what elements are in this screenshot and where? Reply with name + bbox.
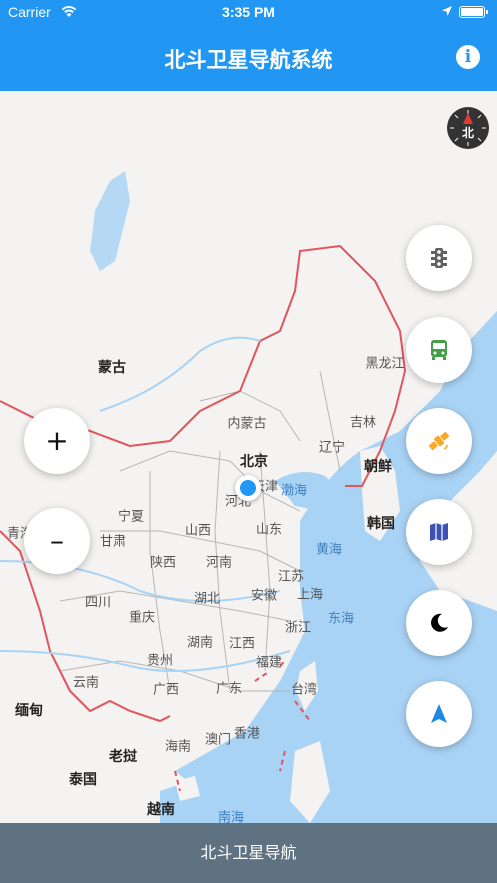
- map-label-bohai: 渤海: [280, 483, 308, 499]
- map-label-shanxi: 山西: [184, 523, 212, 539]
- map-label-anhui: 安徽: [250, 588, 278, 604]
- bus-icon: [431, 340, 447, 360]
- current-location-marker: [235, 475, 261, 501]
- status-bar: Carrier 3:35 PM: [0, 0, 497, 26]
- map-label-hainan: 海南: [164, 739, 192, 755]
- map-label-mongolia: 蒙古: [98, 360, 126, 376]
- map-label-laos: 老挝: [109, 749, 137, 765]
- map-label-guangxi: 广西: [152, 682, 180, 698]
- map-label-shanghai: 上海: [296, 587, 324, 603]
- map-label-heilongjiang: 黑龙江: [365, 356, 405, 372]
- map-label-myanmar: 缅甸: [15, 703, 43, 719]
- zoom-in-label: +: [45, 424, 69, 457]
- map-label-nanhai: 南海: [217, 810, 245, 824]
- battery-icon: [459, 6, 488, 18]
- satellite-button[interactable]: [406, 408, 472, 474]
- zoom-in-button[interactable]: +: [24, 408, 90, 474]
- map-label-south-korea: 韩国: [367, 516, 395, 532]
- zoom-out-button[interactable]: –: [24, 508, 90, 574]
- map-label-yunnan: 云南: [72, 675, 100, 691]
- app-header: Carrier 3:35 PM 北斗卫星导航系统 i: [0, 0, 497, 91]
- map-label-fujian: 福建: [255, 655, 283, 671]
- map-label-gansu: 甘肃: [99, 534, 127, 550]
- bottom-bar[interactable]: 北斗卫星导航: [0, 823, 497, 883]
- moon-icon: [431, 613, 448, 632]
- info-button[interactable]: i: [456, 45, 480, 69]
- map-label-hongkong: 香港: [233, 726, 261, 742]
- page-title: 北斗卫星导航系统: [164, 48, 333, 72]
- night-mode-button[interactable]: [406, 590, 472, 656]
- traffic-button[interactable]: [406, 225, 472, 291]
- map-label-taiwan: 台湾: [290, 682, 318, 698]
- map-label-hubei: 湖北: [193, 591, 221, 607]
- navigation-arrow-icon: [431, 704, 447, 723]
- transit-button[interactable]: [406, 317, 472, 383]
- clock: 3:35 PM: [222, 4, 275, 20]
- map-label-sichuan: 四川: [84, 595, 112, 611]
- map-label-zhejiang: 浙江: [284, 620, 312, 636]
- map-label-north-korea: 朝鲜: [364, 459, 392, 475]
- map-icon: [430, 523, 448, 541]
- map-label-henan: 河南: [205, 555, 233, 571]
- map-label-macau: 澳门: [204, 732, 232, 748]
- map-label-liaoning: 辽宁: [318, 440, 346, 456]
- map-label-huanghai: 黄海: [315, 542, 343, 558]
- map-label-guangdong: 广东: [215, 681, 243, 697]
- map-label-hunan: 湖南: [186, 635, 214, 651]
- map-label-beijing: 北京: [240, 454, 268, 470]
- compass-icon[interactable]: 北: [447, 107, 489, 149]
- map-view[interactable]: 蒙古 内蒙古 黑龙江 吉林 辽宁 北京 天津 河北 渤海 朝鲜 韩国 宁夏 山西 山东 青海 甘肃 陕西 河南 黄海…: [0, 91, 497, 823]
- map-label-jilin: 吉林: [349, 415, 377, 431]
- compass-label: 北: [462, 125, 474, 140]
- map-label-donghai: 东海: [327, 611, 355, 627]
- map-label-chongqing: 重庆: [128, 610, 156, 626]
- map-label-jiangsu: 江苏: [277, 569, 305, 585]
- map-label-shandong: 山东: [255, 522, 283, 538]
- map-layer-button[interactable]: [406, 499, 472, 565]
- map-label-shaanxi: 陕西: [149, 555, 177, 571]
- locate-button[interactable]: [406, 681, 472, 747]
- zoom-out-label: –: [50, 524, 64, 557]
- satellite-icon: [428, 431, 450, 451]
- location-services-icon: [441, 5, 453, 21]
- map-label-vietnam: 越南: [147, 802, 175, 818]
- traffic-light-icon: [431, 248, 447, 268]
- map-label-guizhou: 贵州: [146, 653, 174, 669]
- map-label-jiangxi: 江西: [228, 636, 256, 652]
- map-label-ningxia: 宁夏: [117, 509, 145, 525]
- map-label-thailand: 泰国: [69, 772, 97, 788]
- map-label-neimenggu: 内蒙古: [227, 416, 267, 432]
